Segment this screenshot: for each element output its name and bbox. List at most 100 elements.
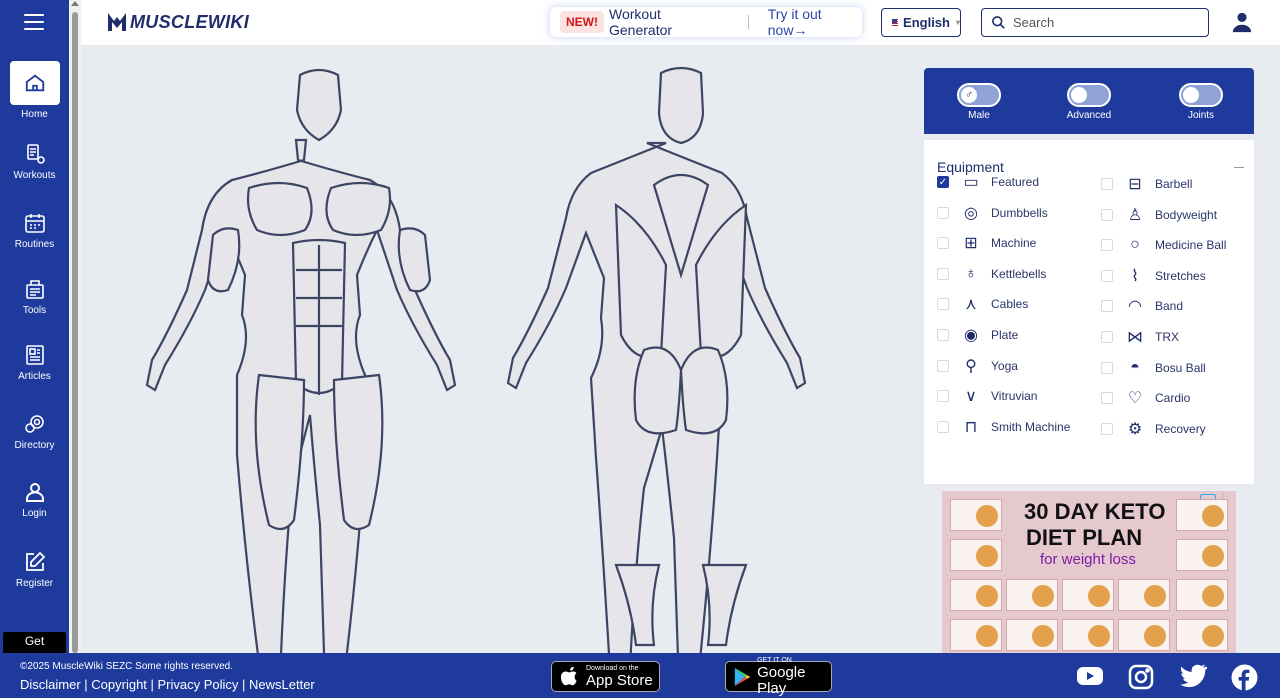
checkbox[interactable] (1101, 331, 1113, 343)
workout-generator-promo[interactable]: NEW! Workout Generator Try it out now→ (550, 6, 862, 38)
male-symbol-icon: ♂ (961, 87, 977, 103)
try-it-link[interactable]: Try it out now→ (768, 6, 862, 38)
equipment-option-bosu-ball[interactable]: ◓ Bosu Ball (1101, 359, 1206, 377)
checkbox[interactable] (937, 267, 949, 280)
google-play-badge[interactable]: GET IT ON Google Play (725, 657, 832, 696)
joints-switch[interactable] (1179, 83, 1223, 107)
instagram-icon[interactable] (1128, 664, 1154, 690)
checkbox[interactable] (1101, 208, 1113, 221)
collapse-minus-icon[interactable] (1234, 167, 1244, 168)
cables-icon: ⋏ (965, 296, 977, 314)
appstore-big-text: App Store (586, 671, 653, 689)
sidebar-item-login[interactable]: Login (0, 480, 69, 519)
checkbox[interactable]: ✓ (937, 176, 949, 188)
sidebar-item-home[interactable]: Home (0, 61, 69, 120)
checkbox[interactable] (937, 390, 949, 403)
equipment-option-cardio[interactable]: ♡ Cardio (1101, 389, 1190, 407)
checkbox[interactable] (1101, 269, 1113, 282)
checkbox[interactable] (937, 359, 949, 372)
checkbox[interactable] (1101, 239, 1113, 252)
advertisement[interactable]: ⋮ 30 DAY KETO DIET PLAN for weight loss (942, 491, 1236, 653)
equipment-option-cables[interactable]: ⋏ Cables (937, 295, 1028, 313)
equipment-option-plate[interactable]: ◉ Plate (937, 326, 1018, 344)
checkbox[interactable] (1101, 392, 1113, 405)
equipment-option-trx[interactable]: ⋈ TRX (1101, 328, 1179, 346)
cardio-icon: ♡ (1127, 390, 1143, 408)
ad-headline-2: DIET PLAN (1026, 525, 1143, 550)
equipment-option-featured[interactable]: ✓ ▭ Featured (937, 173, 1039, 191)
back-body-figure[interactable] (506, 66, 807, 653)
checkbox[interactable] (937, 237, 949, 250)
equipment-label: Bosu Ball (1155, 360, 1206, 375)
checkbox[interactable] (1101, 361, 1113, 374)
equipment-option-band[interactable]: ◠ Band (1101, 297, 1183, 315)
equipment-label: Featured (991, 175, 1040, 189)
equipment-option-machine[interactable]: ⊞ Machine (937, 234, 1036, 252)
advanced-toggle[interactable]: Advanced (1049, 83, 1129, 121)
equipment-label: Kettlebells (991, 266, 1047, 281)
checkbox[interactable] (937, 206, 949, 219)
toggle-bar: ♂ Male Advanced Joints (924, 68, 1254, 134)
footer: ©2025 MuscleWiki SEZC Some rights reserv… (0, 653, 1280, 698)
sidebar-item-articles[interactable]: Articles (0, 343, 69, 382)
checkbox[interactable] (1101, 300, 1113, 313)
logo[interactable]: MUSCLEWIKI (107, 11, 249, 33)
us-flag-icon (892, 18, 899, 27)
app-store-badge[interactable]: Download on the App Store (551, 661, 660, 692)
sidebar-item-directory[interactable]: Directory (0, 412, 69, 451)
sidebar-item-label: Home (21, 109, 48, 120)
checkbox[interactable] (937, 420, 949, 433)
search-input[interactable]: Search (981, 8, 1209, 37)
sidebar-scrollbar[interactable] (69, 0, 81, 653)
equipment-option-stretches[interactable]: ⌇ Stretches (1101, 267, 1206, 285)
get-app-button[interactable]: Get (3, 632, 66, 653)
equipment-label: TRX (1155, 330, 1179, 344)
sidebar-item-register[interactable]: Register (0, 550, 69, 589)
toggle-label: Advanced (1066, 110, 1112, 121)
twitter-icon[interactable] (1179, 664, 1207, 688)
kettlebell-icon: ♁ (965, 264, 977, 282)
equipment-option-vitruvian[interactable]: ∨ Vitruvian (937, 387, 1037, 405)
male-toggle[interactable]: ♂ Male (939, 83, 1019, 121)
language-select[interactable]: English ▾ (881, 8, 961, 37)
advanced-switch[interactable] (1067, 83, 1111, 107)
ad-meal-card (1062, 579, 1114, 611)
male-switch[interactable]: ♂ (957, 83, 1001, 107)
musclewiki-logo-icon (108, 13, 126, 31)
sidebar-item-workouts[interactable]: Workouts (0, 142, 69, 181)
featured-icon: ▭ (963, 174, 979, 191)
ad-meal-card (950, 499, 1002, 531)
gplay-big-text: Google Play (757, 663, 806, 697)
scroll-up-arrow-icon[interactable] (71, 1, 79, 6)
youtube-icon[interactable] (1076, 664, 1104, 688)
equipment-label: Smith Machine (991, 419, 1071, 434)
checkbox[interactable] (1101, 178, 1113, 190)
equipment-option-dumbbells[interactable]: ◎ Dumbbells (937, 204, 1048, 222)
checkbox[interactable] (1101, 422, 1113, 435)
sidebar-item-routines[interactable]: Routines (0, 211, 69, 250)
footer-links[interactable]: Disclaimer | Copyright | Privacy Policy … (20, 677, 315, 692)
equipment-option-medicine-ball[interactable]: ○ Medicine Ball (1101, 236, 1226, 254)
ad-headline-1: 30 DAY KETO (1024, 499, 1166, 524)
equipment-option-barbell[interactable]: ⊟ Barbell (1101, 175, 1192, 193)
muscle-body-map[interactable] (81, 45, 901, 653)
equipment-option-smith-machine[interactable]: ⊓ Smith Machine (937, 418, 1070, 436)
joints-toggle[interactable]: Joints (1161, 83, 1241, 121)
checkbox[interactable] (937, 298, 949, 311)
account-icon[interactable] (1231, 10, 1253, 34)
hamburger-menu-icon[interactable] (24, 14, 44, 30)
vitruvian-icon: ∨ (965, 388, 977, 406)
equipment-option-bodyweight[interactable]: ♙ Bodyweight (1101, 206, 1217, 224)
checkbox[interactable] (937, 329, 949, 341)
equipment-option-kettlebells[interactable]: ♁ Kettlebells (937, 265, 1046, 283)
directory-icon (24, 415, 44, 433)
ad-meal-card (1176, 539, 1228, 571)
equipment-option-recovery[interactable]: ⚙ Recovery (1101, 420, 1206, 438)
scrollbar-thumb[interactable] (72, 12, 78, 653)
equipment-option-yoga[interactable]: ⚲ Yoga (937, 357, 1018, 375)
front-body-figure[interactable] (145, 68, 457, 653)
equipment-label: Plate (991, 328, 1019, 342)
equipment-label: Recovery (1155, 421, 1206, 436)
sidebar-item-tools[interactable]: Tools (0, 277, 69, 316)
facebook-icon[interactable] (1231, 664, 1258, 691)
